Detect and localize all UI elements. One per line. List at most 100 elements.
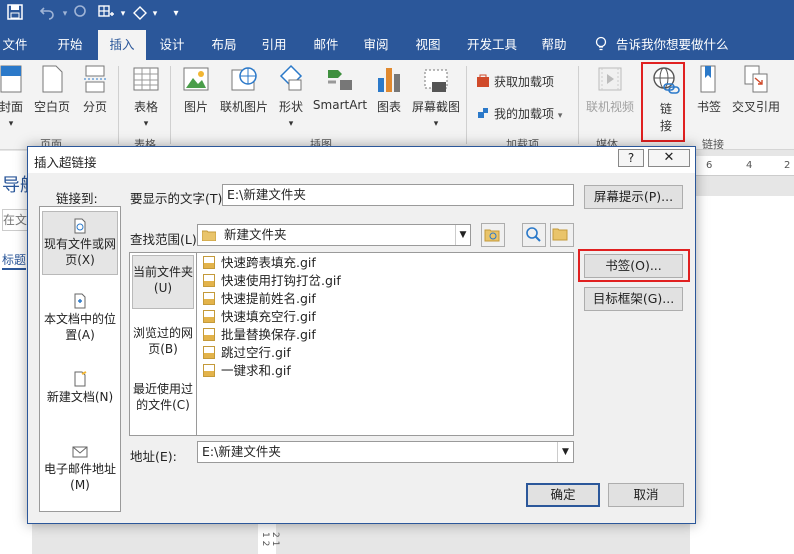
store-icon bbox=[477, 74, 489, 87]
bookmark-label: 书签 bbox=[696, 100, 721, 114]
gif-file-icon bbox=[203, 364, 215, 377]
cover-page-button[interactable]: 封面 ▾ bbox=[0, 64, 26, 129]
chart-button[interactable]: 图表 bbox=[374, 64, 404, 115]
link-to-new-document[interactable]: 新建文档(N) bbox=[42, 365, 118, 409]
redo-icon[interactable] bbox=[72, 4, 88, 24]
browse-file-button[interactable] bbox=[522, 223, 546, 247]
browse-web-icon bbox=[484, 229, 500, 242]
link-to-panel: 现有文件或网页(X) 本文档中的位置(A) 新建文档(N) 电子邮件地址(M) bbox=[39, 206, 121, 512]
new-document-icon bbox=[74, 371, 87, 387]
close-button[interactable]: ✕ bbox=[648, 149, 690, 167]
smartart-button[interactable]: SmartArt bbox=[312, 64, 368, 112]
cancel-button[interactable]: 取消 bbox=[608, 483, 684, 507]
ok-button[interactable]: 确定 bbox=[526, 483, 600, 507]
cover-page-label: 封面 bbox=[0, 100, 23, 114]
file-item[interactable]: 快速填充空行.gif bbox=[203, 308, 316, 326]
online-picture-button[interactable]: 联机图片 bbox=[218, 64, 270, 115]
look-in-panel: 当前文件夹(U) 浏览过的网页(B) 最近使用过的文件(C) bbox=[129, 252, 197, 436]
browsed-pages-tab[interactable]: 浏览过的网页(B) bbox=[132, 319, 194, 363]
page-break-icon bbox=[84, 65, 106, 93]
shape-tool-icon[interactable] bbox=[130, 4, 150, 24]
tab-developer[interactable]: 开发工具 bbox=[462, 30, 522, 60]
file-item[interactable]: 一键求和.gif bbox=[203, 362, 291, 380]
nav-tab-headings[interactable]: 标题 bbox=[2, 251, 27, 270]
save-icon[interactable] bbox=[6, 4, 24, 24]
look-in-select[interactable]: 新建文件夹 bbox=[197, 224, 471, 246]
online-video-button[interactable]: 联机视频 bbox=[584, 64, 636, 115]
look-in-dropdown-icon[interactable]: ▼ bbox=[455, 225, 470, 245]
horizontal-ruler: 6 4 2 bbox=[690, 156, 794, 176]
place-in-document-icon bbox=[74, 293, 86, 309]
tab-home[interactable]: 开始 bbox=[50, 30, 90, 60]
shapes-button[interactable]: 形状 ▾ bbox=[276, 64, 306, 129]
address-dropdown-icon[interactable]: ▼ bbox=[557, 442, 573, 462]
table-label: 表格 bbox=[133, 100, 158, 114]
help-button[interactable]: ? bbox=[618, 149, 644, 167]
addins-icon bbox=[478, 108, 488, 118]
document-page bbox=[690, 196, 794, 554]
display-text-input[interactable]: E:\新建文件夹 bbox=[222, 184, 574, 206]
ribbon-separator bbox=[466, 66, 467, 144]
file-name: 批量替换保存.gif bbox=[221, 327, 316, 342]
customize-qat-icon[interactable]: ▾ bbox=[170, 4, 182, 24]
smartart-icon bbox=[328, 70, 352, 90]
ribbon-separator bbox=[578, 66, 579, 144]
tab-mailings[interactable]: 邮件 bbox=[306, 30, 346, 60]
bookmark-icon bbox=[700, 65, 716, 93]
page-break-button[interactable]: 分页 bbox=[80, 64, 110, 115]
tab-references[interactable]: 引用 bbox=[254, 30, 294, 60]
link-to-existing-label: 现有文件或网页(X) bbox=[43, 237, 116, 267]
address-label: 地址(E): bbox=[130, 449, 177, 464]
tab-layout[interactable]: 布局 bbox=[204, 30, 244, 60]
browse-folder-button[interactable] bbox=[550, 223, 574, 247]
table-dropdown-icon[interactable]: ▾ bbox=[118, 4, 128, 24]
screenshot-button[interactable]: 屏幕截图 ▾ bbox=[410, 64, 462, 129]
screentip-button[interactable]: 屏幕提示(P)... bbox=[584, 185, 683, 209]
address-input[interactable]: E:\新建文件夹 bbox=[197, 441, 574, 463]
existing-file-icon bbox=[74, 218, 86, 234]
my-addins-button[interactable]: 我的加载项 ▾ bbox=[476, 106, 562, 124]
current-folder-tab[interactable]: 当前文件夹(U) bbox=[132, 255, 194, 309]
shape-dropdown-icon[interactable]: ▾ bbox=[150, 4, 160, 24]
tab-help[interactable]: 帮助 bbox=[534, 30, 574, 60]
file-name: 快速填充空行.gif bbox=[221, 309, 316, 324]
group-links-label: 链接 bbox=[702, 138, 724, 151]
tell-me-search[interactable]: 告诉我你想要做什么 bbox=[616, 30, 736, 60]
file-item[interactable]: 快速提前姓名.gif bbox=[203, 290, 316, 308]
cross-reference-button[interactable]: 交叉引用 bbox=[730, 64, 782, 115]
file-item[interactable]: 批量替换保存.gif bbox=[203, 326, 316, 344]
display-text-label: 要显示的文字(T): bbox=[130, 191, 227, 206]
undo-dropdown-icon[interactable]: ▾ bbox=[60, 4, 70, 24]
folder-icon bbox=[202, 230, 216, 241]
file-list: 快速跨表填充.gif 快速使用打钩打岔.gif 快速提前姓名.gif 快速填充空… bbox=[197, 252, 574, 436]
get-addins-label: 获取加载项 bbox=[494, 75, 555, 89]
file-item[interactable]: 快速跨表填充.gif bbox=[203, 254, 316, 272]
tab-insert[interactable]: 插入 bbox=[98, 30, 146, 60]
file-item[interactable]: 跳过空行.gif bbox=[203, 344, 291, 362]
picture-icon bbox=[183, 67, 209, 91]
gif-file-icon bbox=[203, 256, 215, 269]
blank-page-button[interactable]: 空白页 bbox=[32, 64, 72, 115]
table-button[interactable]: 表格 ▾ bbox=[130, 64, 162, 129]
file-item[interactable]: 快速使用打钩打岔.gif bbox=[203, 272, 341, 290]
recent-files-tab[interactable]: 最近使用过的文件(C) bbox=[132, 375, 194, 425]
target-frame-button[interactable]: 目标框架(G)... bbox=[584, 287, 683, 311]
ruler-side-numbers: 2 1 1 2 bbox=[260, 532, 280, 547]
undo-icon[interactable] bbox=[36, 4, 58, 24]
link-to-place-in-document[interactable]: 本文档中的位置(A) bbox=[42, 287, 118, 347]
link-to-existing-file[interactable]: 现有文件或网页(X) bbox=[42, 211, 118, 275]
tab-view[interactable]: 视图 bbox=[408, 30, 448, 60]
tab-design[interactable]: 设计 bbox=[152, 30, 192, 60]
bookmark-button[interactable]: 书签 bbox=[694, 64, 724, 115]
get-addins-button[interactable]: 获取加载项 bbox=[476, 74, 554, 90]
link-to-email[interactable]: 电子邮件地址(M) bbox=[42, 437, 118, 497]
tab-file[interactable]: 文件 bbox=[0, 30, 30, 60]
online-video-label: 联机视频 bbox=[585, 100, 634, 114]
online-picture-icon bbox=[231, 67, 257, 91]
picture-button[interactable]: 图片 bbox=[180, 64, 212, 115]
insert-table-icon[interactable] bbox=[96, 4, 116, 24]
search-icon bbox=[526, 227, 541, 242]
ruler-number: 4 bbox=[746, 160, 753, 171]
tab-review[interactable]: 审阅 bbox=[356, 30, 396, 60]
browse-web-button[interactable] bbox=[481, 223, 505, 247]
